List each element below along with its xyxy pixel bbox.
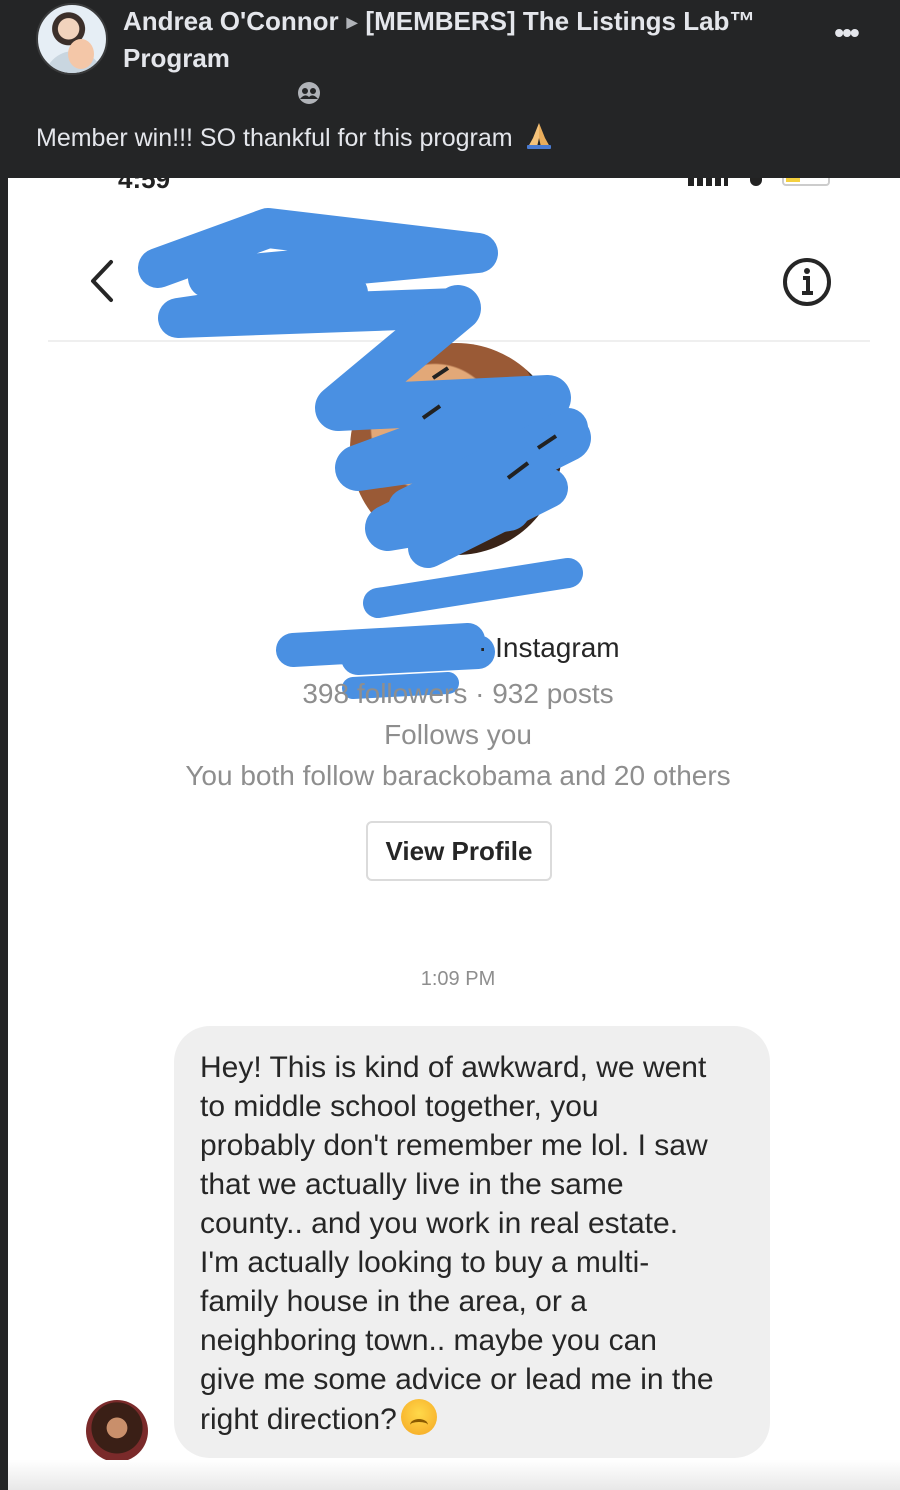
arrow-right-icon: ▶: [346, 14, 358, 30]
profile-stats: 398 followers · 932 posts: [302, 678, 614, 709]
sender-avatar[interactable]: [86, 1400, 148, 1462]
post-title: Andrea O'Connor ▶ [MEMBERS] The Listings L…: [123, 3, 803, 76]
message-timestamp: 1:09 PM: [420, 968, 496, 990]
group-icon: [298, 82, 320, 104]
more-options-button[interactable]: •••: [826, 18, 866, 48]
follows-you-label: Follows you: [384, 719, 532, 750]
author-name[interactable]: Andrea O'Connor: [123, 6, 339, 36]
post-header: Andrea O'Connor ▶ [MEMBERS] The Listings L…: [0, 0, 900, 178]
profile-source: · Instagram: [478, 632, 620, 663]
post-text-content: Member win!!! SO thankful for this progr…: [36, 124, 513, 152]
instagram-dm-screenshot: 4:59 · Instagram 398 followers · 932 pos…: [8, 178, 900, 1490]
redaction-scribble: [138, 208, 591, 699]
post-text: Member win!!! SO thankful for this progr…: [36, 120, 554, 156]
author-avatar[interactable]: [36, 3, 108, 75]
message-bubble[interactable]: Hey! This is kind of awkward, we went to…: [174, 1026, 770, 1458]
message-text: Hey! This is kind of awkward, we went to…: [200, 1051, 714, 1436]
praying-hands-icon: [526, 123, 551, 149]
mutual-follows-label: You both follow barackobama and 20 other…: [185, 760, 731, 791]
bottom-edge: [8, 1460, 900, 1490]
upside-down-face-icon: [401, 1399, 438, 1435]
view-profile-button[interactable]: View Profile: [366, 821, 552, 881]
